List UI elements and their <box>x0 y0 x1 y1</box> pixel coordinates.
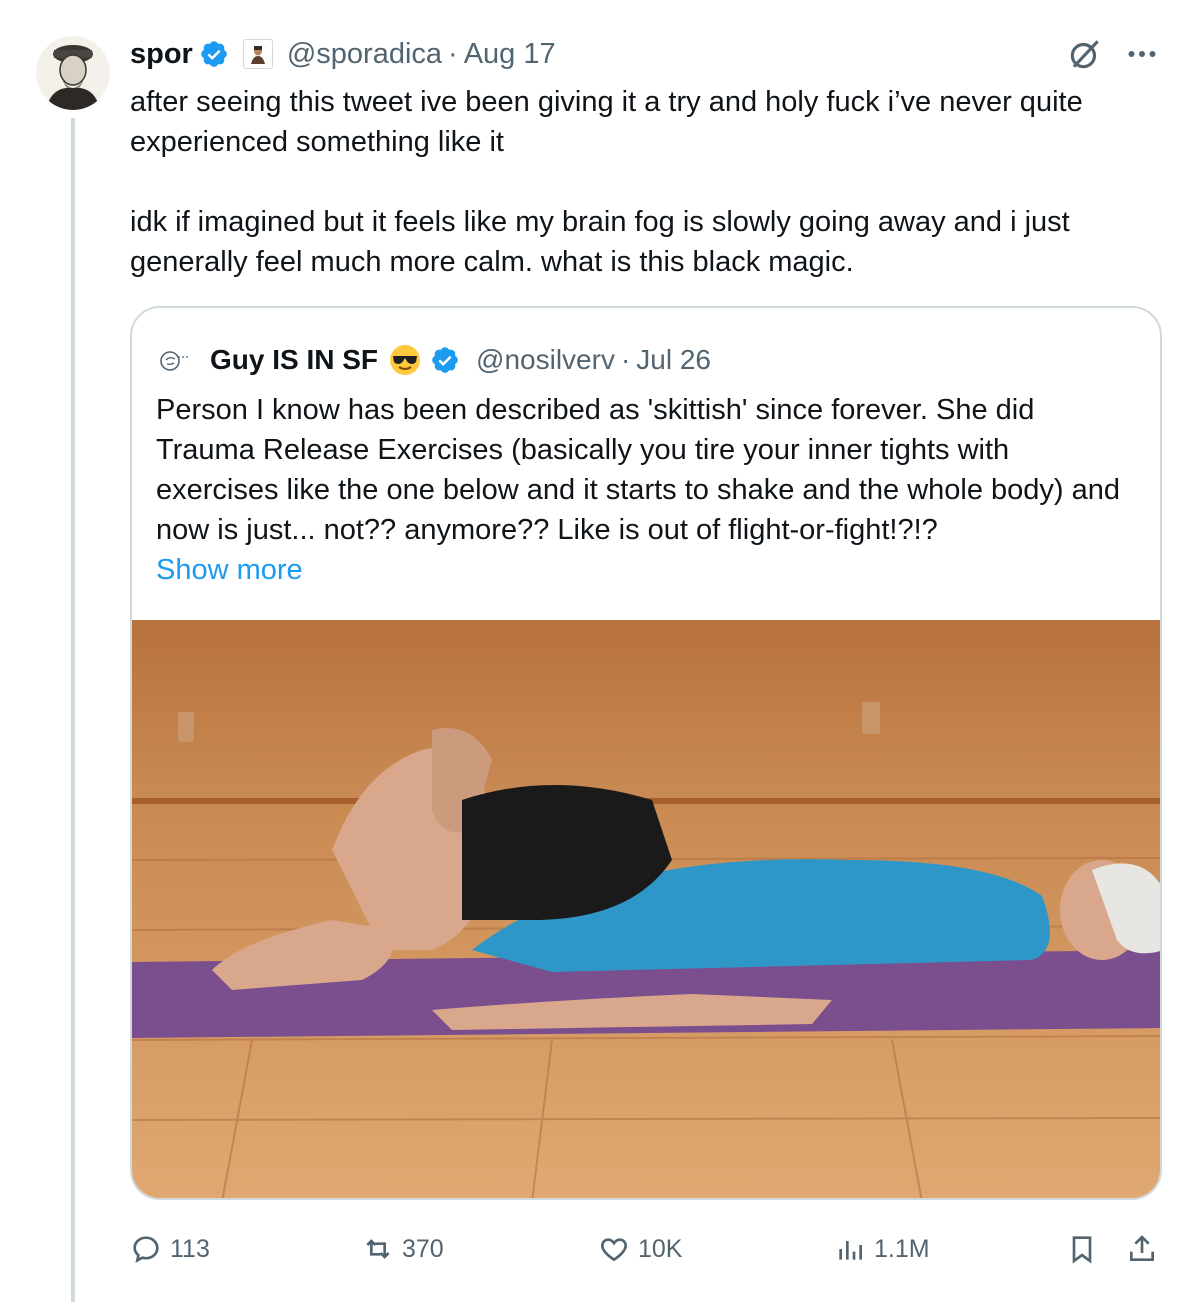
tweet-date[interactable]: Aug 17 <box>464 38 556 71</box>
repost-button[interactable]: 370 <box>362 1226 444 1272</box>
reply-icon <box>133 1236 159 1263</box>
quote-author-name[interactable]: Guy IS IN SF <box>210 344 378 376</box>
like-button[interactable]: 10K <box>598 1226 682 1272</box>
show-more-link[interactable]: Show more <box>156 550 1136 590</box>
tweet-paragraph-2: idk if imagined but it feels like my bra… <box>130 206 1070 278</box>
affiliation-badge-icon[interactable] <box>242 39 273 69</box>
repost-icon <box>366 1239 390 1259</box>
views-button[interactable]: 1.1M <box>834 1226 930 1272</box>
author-name[interactable]: spor <box>130 38 193 71</box>
reply-count: 113 <box>170 1234 210 1263</box>
quote-author-handle[interactable]: @nosilverv <box>476 344 615 376</box>
quote-separator-dot: · <box>620 344 631 375</box>
bookmark-icon <box>1072 1236 1092 1264</box>
tweet-header: spor @sporadica · Aug 17 <box>130 34 1160 74</box>
quote-body: Person I know has been described as 'ski… <box>156 394 1121 546</box>
quote-author-avatar[interactable] <box>156 343 190 377</box>
sunglasses-emoji-icon <box>390 345 421 375</box>
quote-verified-badge-icon[interactable] <box>430 345 460 375</box>
author-handle[interactable]: @sporadica <box>287 38 442 71</box>
bookmark-button[interactable] <box>1066 1226 1106 1272</box>
views-count: 1.1M <box>874 1234 930 1263</box>
quote-text: Person I know has been described as 'ski… <box>156 390 1136 590</box>
verified-badge-icon[interactable] <box>199 39 229 69</box>
quote-header: Guy IS IN SF @nosilverv · Jul 26 <box>156 340 711 380</box>
reply-button[interactable]: 113 <box>130 1226 210 1272</box>
separator-dot: · <box>448 37 458 70</box>
tweet-paragraph-1: after seeing this tweet ive been giving … <box>130 86 1083 158</box>
author-avatar[interactable] <box>36 36 110 110</box>
quoted-tweet[interactable]: Guy IS IN SF @nosilverv · Jul 26 Person … <box>130 306 1162 1200</box>
thread-line <box>71 118 75 1302</box>
quote-date[interactable]: Jul 26 <box>636 344 711 376</box>
like-count: 10K <box>638 1234 683 1263</box>
action-bar: 113 370 10K 1.1M <box>130 1226 1170 1272</box>
like-icon <box>601 1238 627 1262</box>
share-button[interactable] <box>1126 1226 1166 1272</box>
grok-icon[interactable] <box>1066 35 1104 73</box>
share-icon <box>1130 1235 1154 1261</box>
more-icon[interactable] <box>1124 36 1160 72</box>
tweet-text: after seeing this tweet ive been giving … <box>130 82 1160 282</box>
quote-media-image[interactable] <box>132 620 1160 1198</box>
views-icon <box>839 1241 862 1260</box>
repost-count: 370 <box>402 1234 444 1263</box>
